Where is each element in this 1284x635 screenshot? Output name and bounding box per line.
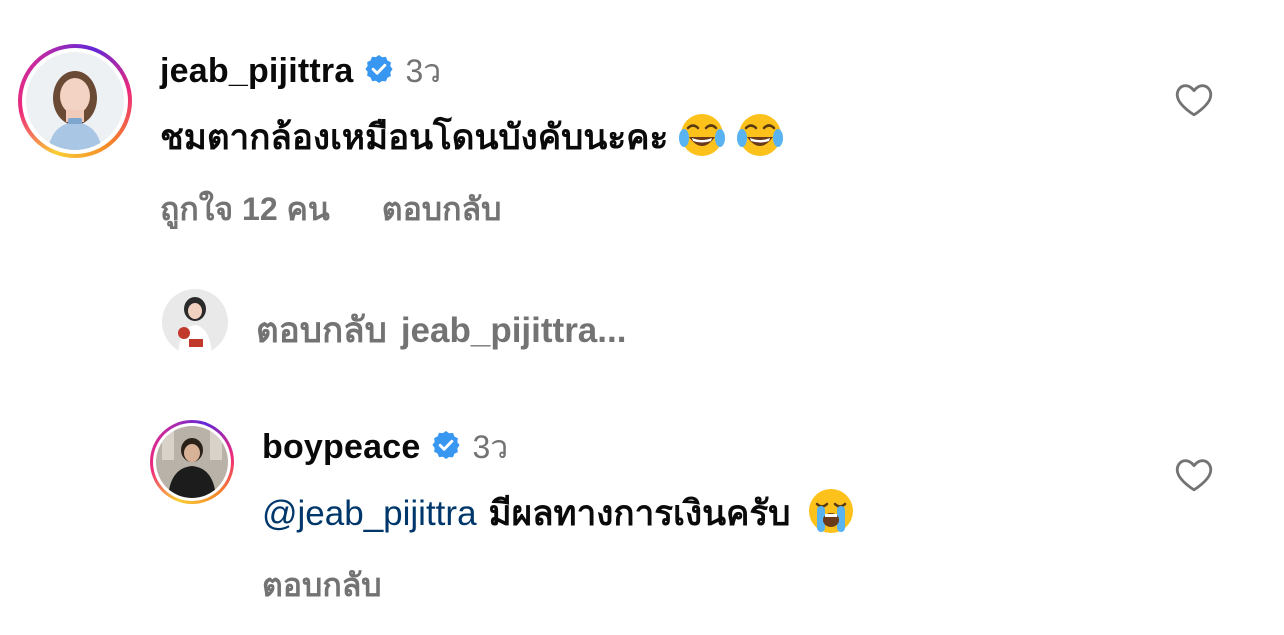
reply-button[interactable]: ตอบกลับ (382, 184, 502, 235)
reply-target[interactable]: jeab_pijittra... (401, 311, 627, 351)
comment-time: 3ว (472, 429, 509, 465)
username[interactable]: boypeace (262, 428, 420, 467)
tears-of-joy-emoji-icon (678, 111, 726, 164)
reply-prefix[interactable]: ตอบกลับ (256, 303, 387, 358)
avatar (26, 52, 124, 150)
like-heart-icon[interactable] (1174, 455, 1214, 498)
tears-of-joy-emoji-icon (736, 111, 784, 164)
verified-badge-icon (430, 429, 462, 466)
username[interactable]: jeab_pijittra (160, 52, 353, 91)
like-heart-icon[interactable] (1174, 80, 1214, 123)
story-ring[interactable] (150, 420, 234, 504)
verified-badge-icon (363, 53, 395, 90)
avatar (156, 426, 228, 498)
reply-button[interactable]: ตอบกลับ (262, 567, 382, 603)
mention-link[interactable]: @jeab_pijittra (262, 494, 477, 534)
current-user-avatar (162, 289, 228, 355)
comment-text: มีผลทางการเงินครับ (488, 494, 791, 533)
comment-time: 3ว (405, 53, 442, 89)
likes-count[interactable]: ถูกใจ 12 คน (160, 184, 330, 235)
loudly-crying-emoji-icon (806, 486, 856, 541)
comment-text: ชมตากล้องเหมือนโดนบังคับนะคะ (160, 118, 669, 157)
story-ring[interactable] (18, 44, 132, 158)
